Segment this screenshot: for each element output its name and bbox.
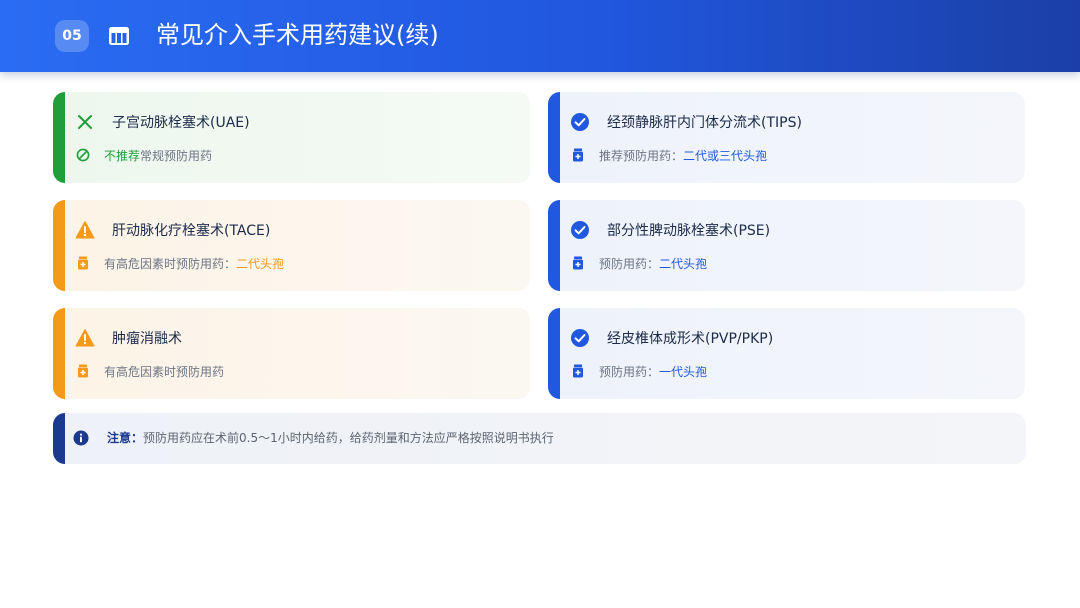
- section-number-badge: 05: [55, 20, 89, 52]
- card-accent-bar: [548, 92, 560, 183]
- drug-highlight: 一代头孢: [659, 365, 708, 379]
- card-title: 经皮椎体成形术(PVP/PKP): [607, 331, 774, 347]
- card-description: 推荐预防用药：二代或三代头孢: [599, 147, 767, 165]
- description-text: 常规预防用药: [140, 149, 213, 163]
- x-icon: [78, 115, 92, 129]
- card-pse: 部分性脾动脉栓塞术(PSE) 预防用药：二代头孢: [548, 200, 1025, 291]
- warning-icon: [75, 329, 95, 347]
- info-icon: [73, 430, 89, 446]
- card-ablation: 肿瘤消融术 有高危因素时预防用药: [53, 308, 530, 399]
- card-title: 肿瘤消融术: [112, 331, 182, 347]
- check-circle-icon: [571, 329, 589, 347]
- description-text: 有高危因素时预防用药: [104, 365, 225, 379]
- pill-bottle-icon: [573, 256, 583, 270]
- card-pvp-pkp: 经皮椎体成形术(PVP/PKP) 预防用药：一代头孢: [548, 308, 1025, 399]
- card-tips: 经颈静脉肝内门体分流术(TIPS) 推荐预防用药：二代或三代头孢: [548, 92, 1025, 183]
- description-text: 有高危因素时预防用药：: [104, 257, 237, 271]
- description-text: 预防用药：: [599, 257, 660, 271]
- pill-bottle-icon: [573, 148, 583, 162]
- card-description: 有高危因素时预防用药: [104, 363, 224, 381]
- drug-highlight: 二代头孢: [236, 257, 285, 271]
- check-circle-icon: [571, 113, 589, 131]
- header-bar: 05 常见介入手术用药建议(续): [0, 0, 1080, 72]
- card-title: 子宫动脉栓塞术(UAE): [112, 115, 250, 131]
- check-circle-icon: [571, 221, 589, 239]
- ban-icon: [76, 148, 90, 162]
- card-tace: 肝动脉化疗栓塞术(TACE) 有高危因素时预防用药：二代头孢: [53, 200, 530, 291]
- card-accent-bar: [53, 200, 65, 291]
- table-icon: [109, 27, 129, 45]
- card-description: 有高危因素时预防用药：二代头孢: [104, 255, 284, 273]
- card-title: 肝动脉化疗栓塞术(TACE): [112, 223, 271, 239]
- page-title: 常见介入手术用药建议(续): [156, 21, 439, 49]
- description-text: 预防用药：: [599, 365, 660, 379]
- card-description: 预防用药：一代头孢: [599, 363, 707, 381]
- note-text: 注意：预防用药应在术前0.5～1小时内给药，给药剂量和方法应严格按照说明书执行: [107, 429, 554, 447]
- pill-bottle-icon: [78, 256, 88, 270]
- card-accent-bar: [53, 308, 65, 399]
- drug-highlight: 二代或三代头孢: [683, 149, 768, 163]
- card-title: 部分性脾动脉栓塞术(PSE): [607, 223, 771, 239]
- note-box: 注意：预防用药应在术前0.5～1小时内给药，给药剂量和方法应严格按照说明书执行: [53, 413, 1026, 464]
- warning-icon: [75, 221, 95, 239]
- card-description: 不推荐常规预防用药: [104, 147, 212, 165]
- recommendation-highlight: 不推荐: [104, 149, 141, 163]
- drug-highlight: 二代头孢: [659, 257, 708, 271]
- card-accent-bar: [53, 92, 65, 183]
- pill-bottle-icon: [78, 364, 88, 378]
- card-uae: 子宫动脉栓塞术(UAE) 不推荐常规预防用药: [53, 92, 530, 183]
- card-title: 经颈静脉肝内门体分流术(TIPS): [607, 115, 802, 131]
- pill-bottle-icon: [573, 364, 583, 378]
- card-accent-bar: [548, 308, 560, 399]
- note-accent-bar: [53, 413, 65, 464]
- description-text: 推荐预防用药：: [599, 149, 684, 163]
- note-label: 注意：: [107, 431, 144, 445]
- card-description: 预防用药：二代头孢: [599, 255, 707, 273]
- note-body: 预防用药应在术前0.5～1小时内给药，给药剂量和方法应严格按照说明书执行: [143, 431, 554, 445]
- card-accent-bar: [548, 200, 560, 291]
